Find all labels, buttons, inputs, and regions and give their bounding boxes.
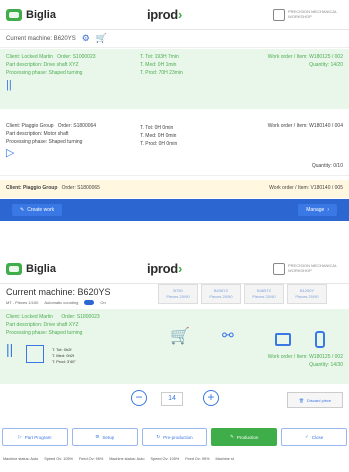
job-card-2[interactable]: Client: Piaggio Group Order: S1800064 Pa…	[0, 118, 349, 176]
tab-close[interactable]: ✓ Close	[281, 428, 347, 446]
workflow-tabs: ▷ Part Program ⚙ Setup ↻ Pre-production ✎ Pr…	[0, 426, 349, 448]
counting-toggle[interactable]	[84, 300, 95, 305]
network-icon[interactable]: ⚯	[222, 328, 234, 342]
create-work-button[interactable]: ✎ Create work	[12, 204, 63, 216]
current-machine-label: Current machine: B620YS	[6, 35, 76, 42]
cart-icon-large[interactable]: 🛒	[170, 329, 190, 345]
manage-button[interactable]: Manage ›	[298, 204, 337, 216]
machine-box-1[interactable]: B750 Pieces 20/90	[158, 284, 198, 304]
bottom-screen: Biglia iprod› PRECISION MECHANICAL WORKS…	[0, 254, 349, 472]
stop-button[interactable]	[26, 345, 44, 363]
logo-icon-2	[6, 262, 22, 275]
top-action-bar: ✎ Create work Manage ›	[0, 199, 349, 221]
monitor-icon[interactable]	[275, 333, 291, 346]
iprod-logo-2: iprod›	[146, 261, 182, 276]
brand-right: PRECISION MECHANICAL WORKSHOP	[272, 8, 343, 21]
machine-box-4[interactable]: B1250Y Pieces 20/90	[287, 284, 327, 304]
settings-icon[interactable]: ⚙	[82, 33, 90, 44]
gear-icon: ⚙	[95, 434, 100, 439]
brand-right-icon	[272, 8, 285, 21]
check-icon: ✓	[304, 434, 309, 439]
tab-pre-production[interactable]: ↻ Pre-production	[141, 428, 208, 446]
brand-right-2: PRECISION MECHANICAL WORKSHOP	[272, 262, 343, 275]
counting-row: MT - Pieces 1/100 Automatic counting On	[6, 300, 106, 305]
refresh-icon: ↻	[156, 434, 161, 439]
pencil-icon: ✎	[20, 207, 25, 213]
chevron-right-icon: ›	[327, 207, 329, 213]
cart-icon[interactable]: 🛒	[96, 33, 107, 44]
job-card-1[interactable]: Client: Locked Martin Order: S1000023 Pa…	[0, 49, 349, 109]
current-machine-bar: Current machine: B620YS ⚙ 🛒	[0, 30, 349, 48]
brand-right-icon-2	[272, 262, 285, 275]
job-card-3[interactable]: Client: Piaggio Group Order: S1800065 Wo…	[0, 180, 349, 198]
play-icon[interactable]: ▷	[6, 148, 96, 159]
bottom-header: Biglia iprod› PRECISION MECHANICAL WORKS…	[0, 254, 349, 284]
active-job-panel: Client: Locked Martin Order: S1800023 Pa…	[0, 309, 349, 384]
decrement-button[interactable]: −	[131, 390, 147, 406]
tab-production[interactable]: ✎ Production	[211, 428, 278, 446]
pencil-icon-2: ✎	[230, 434, 234, 439]
brand-logo: Biglia	[6, 8, 56, 21]
top-screen: Biglia iprod› PRECISION MECHANICAL WORKS…	[0, 0, 349, 222]
pause-icon[interactable]: ||	[6, 80, 96, 91]
pause-button[interactable]: ||	[6, 342, 13, 356]
top-header: Biglia iprod› PRECISION MECHANICAL WORKS…	[0, 0, 349, 30]
tab-setup[interactable]: ⚙ Setup	[71, 428, 138, 446]
counter-field[interactable]: 14	[161, 392, 183, 406]
brand-logo-2: Biglia	[6, 262, 56, 275]
machine-box-3[interactable]: B465T2 Pieces 20/90	[244, 284, 284, 304]
status-bar: Machine status: Auto Speed Ov: 105% Feed…	[3, 457, 234, 461]
tab-part-program[interactable]: ▷ Part Program	[2, 428, 68, 446]
phone-icon[interactable]	[315, 331, 325, 348]
machine-title: Current machine: B620YS	[6, 287, 111, 297]
increment-button[interactable]: +	[203, 390, 219, 406]
trash-icon: 🗑	[298, 397, 304, 403]
play-icon-small: ▷	[18, 434, 22, 439]
iprod-logo: iprod›	[146, 7, 182, 22]
machine-box-2[interactable]: B436Y2 Pieces 20/90	[201, 284, 241, 304]
logo-icon	[6, 8, 22, 21]
discard-piece-button[interactable]: 🗑 Discard piece	[287, 392, 343, 408]
